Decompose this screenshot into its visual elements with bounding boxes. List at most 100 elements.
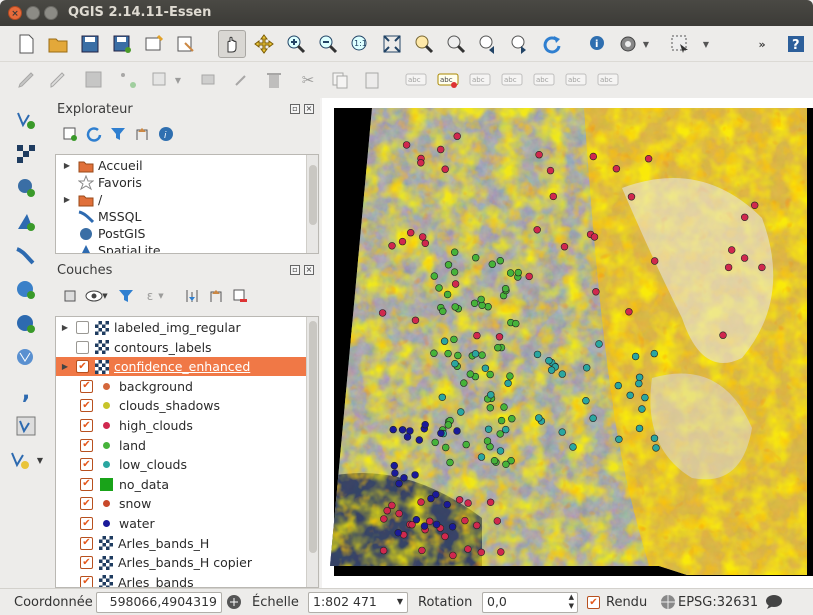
add-spatialite-layer-icon[interactable] [14,210,38,234]
filter-icon[interactable] [106,122,130,146]
add-postgis-layer-icon[interactable] [14,176,38,200]
layer-styling-icon[interactable] [58,284,82,308]
zoom-to-layer-icon[interactable] [444,32,468,56]
close-panel-button[interactable]: × [304,265,314,275]
layers-scrollbar[interactable] [306,317,318,587]
trash-icon[interactable] [262,68,286,92]
layer-visibility-checkbox[interactable]: ✔ [80,458,93,472]
zoom-out-icon[interactable] [316,32,340,56]
layer-visibility-checkbox[interactable]: ✔ [76,360,89,374]
properties-icon[interactable]: i [154,122,178,146]
toggle-editing-icon[interactable] [46,68,70,92]
new-project-icon[interactable] [14,32,38,56]
collapse-all-icon[interactable] [204,284,228,308]
add-raster-layer-icon[interactable] [14,142,38,166]
zoom-full-icon[interactable] [380,32,404,56]
select-features-icon[interactable] [668,32,692,56]
layer-item[interactable]: ✔ low_clouds [56,455,306,474]
pan-to-selection-icon[interactable] [252,32,276,56]
refresh-icon[interactable] [540,32,564,56]
layer-item[interactable]: ✔ high_clouds [56,416,306,435]
layer-item[interactable]: ✔ snow [56,494,306,513]
toolbar-overflow-icon[interactable]: » [754,32,770,56]
move-label-icon[interactable]: abc [532,68,556,92]
chevron-down-icon[interactable]: ▼ [34,448,46,472]
browser-item[interactable]: SpatiaLite [62,241,161,253]
expand-all-icon[interactable] [180,284,204,308]
layer-visibility-checkbox[interactable]: ✔ [80,556,93,570]
chevron-down-icon[interactable]: ▼ [700,32,712,56]
remove-layer-icon[interactable] [228,284,252,308]
expand-arrow-icon[interactable]: ▶ [62,161,72,170]
layer-visibility-checkbox[interactable] [76,321,89,334]
rotate-label-icon[interactable]: abc [564,68,588,92]
layer-visibility-checkbox[interactable]: ✔ [80,575,93,587]
spin-buttons-icon[interactable]: ▲ ▼ [569,593,574,611]
pan-map-icon[interactable] [218,30,246,58]
layer-visibility-checkbox[interactable]: ✔ [80,477,93,491]
layer-tree[interactable]: ▶ labeled_img_regular contours_labels ▶ ✔ con… [55,316,319,588]
layer-item[interactable]: ✔ no_data [56,475,306,494]
collapse-all-icon[interactable] [130,122,154,146]
zoom-actual-size-icon[interactable]: 1:1 [348,32,372,56]
chevron-down-icon[interactable]: ▼ [397,597,403,606]
add-vector-layer-icon[interactable] [14,108,38,132]
pin-labels-icon[interactable]: abc [468,68,492,92]
chevron-down-icon[interactable]: ▼ [640,32,652,56]
add-wcs-layer-icon[interactable] [14,312,38,336]
float-panel-button[interactable]: ▫ [290,265,300,275]
browser-tree[interactable]: ▶ Accueil Favoris ▶ / MSSQL PostGIS SpatiaLite [55,154,319,254]
layer-item[interactable]: ✔ land [56,436,306,455]
layer-item[interactable]: ✔ Arles_bands_H [56,534,306,553]
add-feature-icon[interactable] [116,68,140,92]
add-wms-layer-icon[interactable] [14,278,38,302]
help-icon[interactable]: ? [784,32,808,56]
layer-item[interactable]: ✔ clouds_shadows [56,396,306,415]
expand-arrow-icon[interactable]: ▶ [60,362,70,371]
layer-item[interactable]: ▶ ✔ confidence_enhanced [56,357,306,377]
paste-features-icon[interactable] [360,68,384,92]
layer-visibility-checkbox[interactable]: ✔ [80,438,93,452]
layer-visibility-checkbox[interactable]: ✔ [80,517,93,530]
new-print-composer-icon[interactable] [142,32,166,56]
layer-item[interactable]: ✔ water [56,514,306,533]
run-action-icon[interactable] [616,32,640,56]
save-edits-icon[interactable] [82,68,106,92]
map-canvas[interactable] [322,98,813,588]
delete-selected-icon[interactable] [230,68,254,92]
coordinate-field[interactable]: 598066,4904319 [96,592,222,613]
node-tool-icon[interactable] [198,68,222,92]
current-edits-icon[interactable] [14,68,38,92]
open-project-icon[interactable] [46,32,70,56]
layer-visibility-checkbox[interactable]: ✔ [80,399,93,413]
identify-features-icon[interactable]: i [586,32,610,56]
new-shapefile-layer-icon[interactable] [8,448,32,472]
message-log-icon[interactable] [764,592,784,612]
crs-label[interactable]: EPSG:32631 [678,595,758,610]
add-mssql-layer-icon[interactable] [14,244,38,268]
layer-item[interactable]: ✔ Arles_bands_H copier [56,553,306,572]
zoom-next-icon[interactable] [508,32,532,56]
layer-visibility-checkbox[interactable]: ✔ [80,497,93,511]
layer-item[interactable]: contours_labels [56,338,306,357]
add-virtual-layer-icon[interactable] [14,414,38,438]
zoom-to-selection-icon[interactable] [412,32,436,56]
explorer-scrollbar[interactable] [306,155,318,253]
add-delimited-text-icon[interactable]: , [14,380,38,405]
layer-labeling-options-icon[interactable]: abc [436,68,460,92]
add-selected-layers-icon[interactable] [58,122,82,146]
layer-item[interactable]: ✔ background [56,377,306,396]
cut-features-icon[interactable]: ✂ [296,68,320,92]
zoom-in-icon[interactable] [284,32,308,56]
composer-manager-icon[interactable] [174,32,198,56]
render-checkbox[interactable]: ✔ [587,596,600,609]
refresh-icon[interactable] [82,122,106,146]
label-layer-icon[interactable]: abc [404,68,428,92]
rotation-field[interactable]: 0,0 ▲ ▼ [482,592,578,613]
layer-visibility-checkbox[interactable]: ✔ [80,536,93,550]
layer-visibility-checkbox[interactable] [76,340,89,354]
expand-arrow-icon[interactable]: ▶ [62,195,72,204]
scale-field[interactable]: 1:802 471 ▼ [308,592,408,613]
layer-visibility-checkbox[interactable]: ✔ [80,419,93,432]
maximize-window-button[interactable] [44,6,58,20]
